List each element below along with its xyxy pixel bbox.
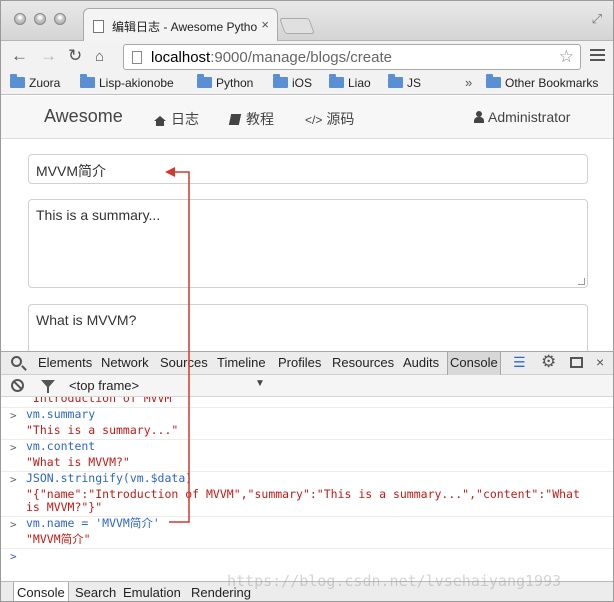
browser-toolbar: ← → ↻ ⌂ localhost:9000/manage/blogs/crea… [1, 41, 613, 73]
console-input-line: vm.content [26, 439, 96, 453]
drawer-tab-emulation[interactable]: Emulation [123, 585, 181, 600]
tab-network[interactable]: Network [101, 355, 149, 370]
console-prompt[interactable]: > [10, 550, 17, 563]
summary-text: This is a summary... [36, 207, 161, 223]
console-output-line: is MVVM?"}" [26, 500, 103, 514]
tab-elements[interactable]: Elements [38, 355, 92, 370]
page-icon [93, 20, 104, 33]
forward-arrow-icon[interactable]: → [40, 46, 57, 66]
menu-icon[interactable] [590, 49, 605, 64]
nav-blogs[interactable]: 日志 [154, 109, 199, 129]
tab-resources[interactable]: Resources [332, 355, 394, 370]
close-icon[interactable]: × [596, 354, 604, 370]
tab-console[interactable]: Console [447, 352, 501, 375]
console-input-line: JSON.stringify(vm.$data) [26, 471, 193, 485]
other-bookmarks[interactable]: Other Bookmarks [486, 74, 598, 90]
tab-close-icon[interactable]: × [261, 17, 269, 32]
reload-icon[interactable]: ↻ [68, 46, 82, 66]
watermark: https://blog.csdn.net/lvsehaiyang1993 [227, 572, 562, 590]
chevron-down-icon[interactable]: ▼ [255, 378, 265, 389]
bookmark-folder[interactable]: Liao [329, 74, 371, 90]
bookmark-folder[interactable]: iOS [273, 74, 312, 90]
bookmark-folder[interactable]: Zuora [10, 74, 60, 90]
tab-timeline[interactable]: Timeline [217, 355, 266, 370]
folder-icon [329, 74, 344, 88]
console-output-line: "What is MVVM?" [26, 455, 130, 469]
console-output[interactable]: "Introduction of MVVM" > vm.summary "Thi… [1, 397, 613, 579]
inspect-search-icon[interactable] [11, 356, 22, 367]
close-window-icon[interactable] [14, 13, 26, 25]
back-arrow-icon[interactable]: ← [11, 46, 28, 66]
nav-tutorial[interactable]: 教程 [228, 109, 274, 129]
maximize-window-icon[interactable] [54, 13, 66, 25]
minimize-window-icon[interactable] [34, 13, 46, 25]
bookmark-folder[interactable]: Lisp-akionobe [80, 74, 174, 90]
browser-tab[interactable]: 编辑日志 - Awesome Pytho × [83, 8, 278, 41]
drawer-toggle-icon[interactable]: ☰ [513, 354, 526, 371]
folder-icon [273, 74, 288, 88]
console-input-line: vm.summary [26, 407, 96, 421]
tab-strip: 编辑日志 - Awesome Pytho × ⤢ [1, 1, 613, 41]
console-output-line: "Introduction of MVVM" [26, 397, 179, 405]
dock-icon[interactable] [570, 357, 583, 368]
bookmarks-bar: Zuora Lisp-akionobe Python iOS Liao JS »… [1, 73, 613, 95]
console-toolbar: <top frame> ▼ [1, 375, 613, 397]
blog-summary-textarea[interactable]: This is a summary... [28, 199, 588, 288]
tab-sources[interactable]: Sources [160, 355, 208, 370]
filter-icon[interactable] [41, 380, 55, 393]
folder-icon [197, 74, 212, 88]
nav-source[interactable]: </> 源码 [305, 109, 354, 129]
console-input-line: vm.name = 'MVVM简介' [26, 516, 160, 530]
site-navbar: Awesome 日志 教程 </> 源码 Administrator [1, 96, 613, 139]
nav-user[interactable]: Administrator [474, 109, 570, 125]
bookmarks-overflow-icon[interactable]: » [465, 75, 472, 90]
site-brand[interactable]: Awesome [44, 106, 123, 127]
new-tab-button[interactable] [279, 18, 315, 34]
url-text: localhost:9000/manage/blogs/create [151, 49, 392, 66]
book-icon [228, 114, 242, 125]
console-output-line: "This is a summary..." [26, 423, 179, 437]
fullscreen-icon[interactable]: ⤢ [592, 11, 602, 27]
home-icon [154, 116, 166, 126]
blog-name-input[interactable]: MVVM简介 [28, 154, 588, 184]
star-icon[interactable]: ☆ [559, 47, 574, 67]
gear-icon[interactable]: ⚙ [541, 352, 556, 372]
code-icon: </> [305, 113, 323, 127]
bookmark-folder[interactable]: JS [388, 74, 421, 90]
home-icon[interactable]: ⌂ [95, 48, 104, 65]
bookmark-folder[interactable]: Python [197, 74, 253, 90]
drawer-tab-search[interactable]: Search [75, 585, 116, 600]
tab-profiles[interactable]: Profiles [278, 355, 321, 370]
drawer-tab-console[interactable]: Console [13, 582, 69, 601]
console-output-line: "MVVM简介" [26, 532, 91, 546]
folder-icon [388, 74, 403, 88]
browser-window: 编辑日志 - Awesome Pytho × ⤢ ← → ↻ ⌂ localho… [0, 0, 614, 602]
frame-select[interactable]: <top frame> [69, 378, 139, 393]
address-bar[interactable]: localhost:9000/manage/blogs/create ☆ [123, 44, 581, 70]
folder-icon [80, 74, 95, 88]
resize-grip-icon[interactable] [578, 278, 585, 285]
clear-console-icon[interactable] [11, 379, 24, 392]
devtools-tabbar: Elements Network Sources Timeline Profil… [1, 351, 613, 375]
folder-icon [486, 74, 501, 88]
user-icon [474, 111, 484, 123]
tab-audits[interactable]: Audits [403, 355, 439, 370]
tab-title: 编辑日志 - Awesome Pytho [112, 20, 258, 34]
page-info-icon [132, 51, 142, 64]
folder-icon [10, 74, 25, 88]
